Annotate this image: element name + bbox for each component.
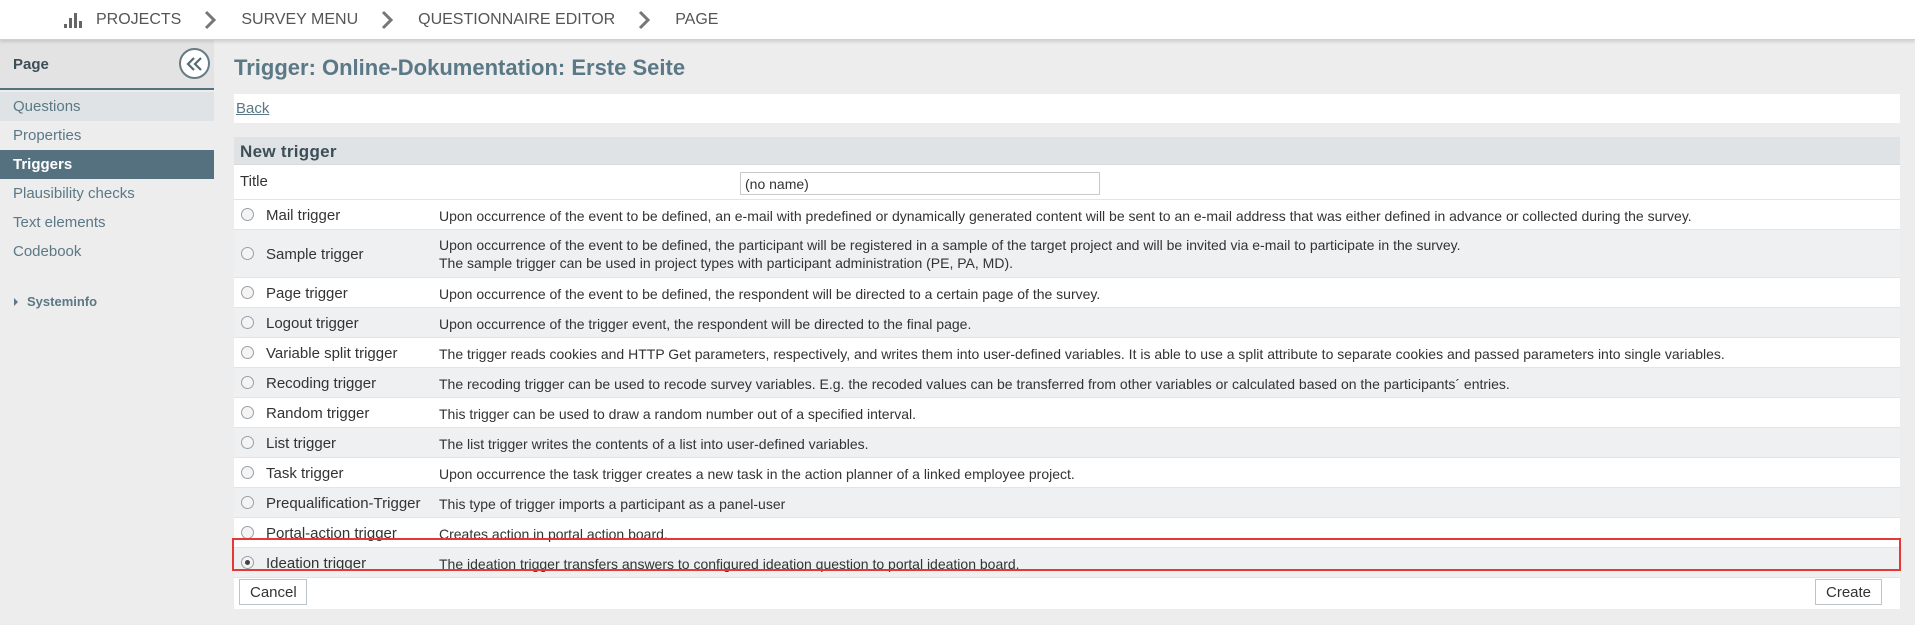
- sidebar-item-properties[interactable]: Properties: [0, 121, 214, 150]
- trigger-name: Sample trigger: [266, 246, 364, 263]
- trigger-name: Task trigger: [266, 465, 344, 482]
- trigger-row-list[interactable]: List trigger The list trigger writes the…: [234, 428, 1900, 458]
- cancel-button[interactable]: Cancel: [239, 579, 307, 605]
- back-bar: Back: [234, 94, 1900, 123]
- trigger-name: Recoding trigger: [266, 375, 377, 392]
- double-chevron-left-icon: [186, 56, 202, 71]
- trigger-name: Variable split trigger: [266, 345, 398, 362]
- sidebar-item-codebook[interactable]: Codebook: [0, 237, 214, 266]
- sidebar-item-triggers[interactable]: Triggers: [0, 150, 214, 179]
- sidebar-header: Page: [0, 40, 214, 90]
- caret-right-icon: [14, 297, 18, 306]
- systeminfo-label: Systeminfo: [27, 294, 98, 309]
- trigger-row-recoding[interactable]: Recoding trigger The recoding trigger ca…: [234, 368, 1900, 398]
- trigger-row-ideation[interactable]: Ideation trigger The ideation trigger tr…: [234, 548, 1900, 578]
- trigger-description: Upon occurrence of the event to be defin…: [439, 236, 1461, 272]
- trigger-row-random[interactable]: Random trigger This trigger can be used …: [234, 398, 1900, 428]
- trigger-row-logout[interactable]: Logout trigger Upon occurrence of the tr…: [234, 308, 1900, 338]
- title-input[interactable]: [740, 172, 1100, 195]
- trigger-name: Page trigger: [266, 285, 348, 302]
- trigger-list: Mail trigger Upon occurrence of the even…: [234, 200, 1900, 578]
- trigger-radio[interactable]: [241, 466, 254, 479]
- back-link[interactable]: Back: [236, 100, 269, 117]
- trigger-description-line: The sample trigger can be used in projec…: [439, 255, 1013, 271]
- trigger-description: Upon occurrence the task trigger creates…: [439, 466, 1075, 482]
- trigger-row-portal-action[interactable]: Portal-action trigger Creates action in …: [234, 518, 1900, 548]
- trigger-radio[interactable]: [241, 526, 254, 539]
- breadcrumb-projects[interactable]: PROJECTS: [64, 11, 181, 29]
- sidebar-title: Page: [13, 56, 49, 73]
- trigger-description: This type of trigger imports a participa…: [439, 496, 786, 512]
- trigger-description: This trigger can be used to draw a rando…: [439, 406, 917, 422]
- breadcrumb-label: PROJECTS: [96, 10, 182, 28]
- trigger-radio[interactable]: [241, 496, 254, 509]
- trigger-name: Prequalification-Trigger: [266, 495, 421, 512]
- panel-header: New trigger: [234, 137, 1900, 165]
- systeminfo-toggle[interactable]: Systeminfo: [14, 294, 97, 309]
- sidebar-item-plausibility-checks[interactable]: Plausibility checks: [0, 179, 214, 208]
- trigger-radio[interactable]: [241, 346, 254, 359]
- trigger-row-prequalification[interactable]: Prequalification-Trigger This type of tr…: [234, 488, 1900, 518]
- breadcrumb-label: SURVEY MENU: [241, 10, 359, 28]
- new-trigger-panel: New trigger Title Mail trigger Upon occu…: [234, 137, 1900, 609]
- breadcrumb-label: PAGE: [675, 10, 719, 28]
- breadcrumb-questionnaire-editor[interactable]: QUESTIONNAIRE EDITOR: [418, 11, 615, 29]
- title-row: Title: [234, 165, 1900, 200]
- title-label: Title: [240, 173, 268, 190]
- breadcrumb-label: QUESTIONNAIRE EDITOR: [418, 10, 616, 28]
- trigger-radio[interactable]: [241, 436, 254, 449]
- trigger-radio[interactable]: [241, 286, 254, 299]
- trigger-description: The list trigger writes the contents of …: [439, 436, 869, 452]
- bar-chart-icon: [64, 13, 82, 28]
- trigger-description: Upon occurrence of the trigger event, th…: [439, 316, 972, 332]
- trigger-name: Ideation trigger: [266, 555, 367, 572]
- page-title: Trigger: Online-Dokumentation: Erste Sei…: [234, 55, 686, 80]
- trigger-description: Upon occurrence of the event to be defin…: [439, 286, 1101, 302]
- breadcrumb: PROJECTS SURVEY MENU QUESTIONNAIRE EDITO…: [64, 0, 718, 39]
- trigger-name: Random trigger: [266, 405, 370, 422]
- trigger-radio[interactable]: [241, 208, 254, 221]
- trigger-description: The ideation trigger transfers answers t…: [439, 556, 1020, 572]
- sidebar-item-questions[interactable]: Questions: [0, 92, 214, 121]
- trigger-radio[interactable]: [241, 376, 254, 389]
- trigger-row-task[interactable]: Task trigger Upon occurrence the task tr…: [234, 458, 1900, 488]
- trigger-row-sample[interactable]: Sample trigger Upon occurrence of the ev…: [234, 230, 1900, 278]
- sidebar: Page Questions Properties Triggers Plaus…: [0, 40, 214, 625]
- chevron-right-icon: [205, 10, 217, 29]
- sidebar-item-text-elements[interactable]: Text elements: [0, 208, 214, 237]
- sidebar-nav: Questions Properties Triggers Plausibili…: [0, 92, 214, 266]
- trigger-row-variable-split[interactable]: Variable split trigger The trigger reads…: [234, 338, 1900, 368]
- trigger-name: Mail trigger: [266, 207, 341, 224]
- trigger-description: Creates action in portal action board.: [439, 526, 668, 542]
- panel-title: New trigger: [240, 142, 337, 161]
- trigger-description: The recoding trigger can be used to reco…: [439, 376, 1510, 392]
- create-button[interactable]: Create: [1815, 579, 1882, 605]
- top-navigation-bar: PROJECTS SURVEY MENU QUESTIONNAIRE EDITO…: [0, 0, 1915, 40]
- trigger-description: Upon occurrence of the event to be defin…: [439, 208, 1692, 224]
- trigger-radio[interactable]: [241, 316, 254, 329]
- trigger-name: Portal-action trigger: [266, 525, 397, 542]
- trigger-radio[interactable]: [241, 247, 254, 260]
- trigger-name: List trigger: [266, 435, 337, 452]
- trigger-name: Logout trigger: [266, 315, 359, 332]
- breadcrumb-survey-menu[interactable]: SURVEY MENU: [241, 11, 358, 29]
- trigger-radio-selected[interactable]: [241, 556, 254, 569]
- trigger-row-page[interactable]: Page trigger Upon occurrence of the even…: [234, 278, 1900, 308]
- collapse-sidebar-button[interactable]: [179, 48, 210, 79]
- trigger-description-line: Upon occurrence of the event to be defin…: [439, 237, 1461, 253]
- trigger-description: The trigger reads cookies and HTTP Get p…: [439, 346, 1725, 362]
- trigger-row-mail[interactable]: Mail trigger Upon occurrence of the even…: [234, 200, 1900, 230]
- breadcrumb-page[interactable]: PAGE: [675, 11, 718, 29]
- trigger-radio[interactable]: [241, 406, 254, 419]
- chevron-right-icon: [382, 10, 394, 29]
- chevron-right-icon: [639, 10, 651, 29]
